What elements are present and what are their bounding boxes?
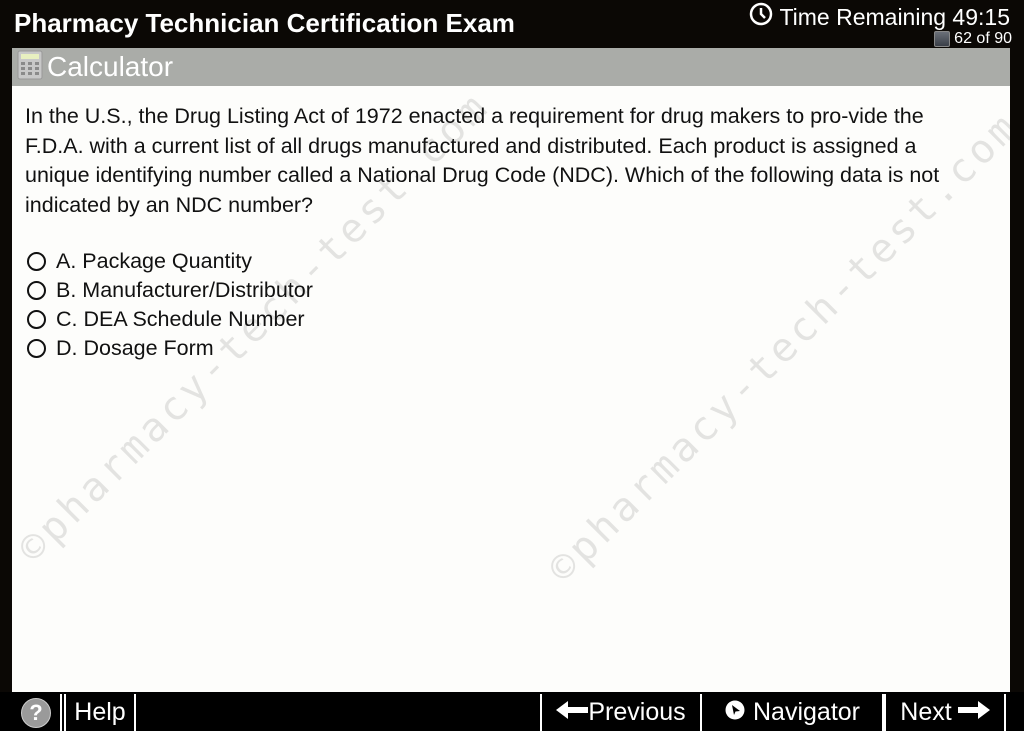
calculator-icon[interactable] (17, 50, 43, 85)
counter-text: 62 of 90 (954, 30, 1012, 47)
help-icon[interactable]: ? (21, 697, 51, 728)
clock-icon (749, 2, 773, 32)
answer-label: D. Dosage Form (56, 336, 214, 360)
answer-option-c[interactable]: C. DEA Schedule Number (27, 305, 313, 334)
radio-button[interactable] (27, 310, 46, 329)
answer-list: A. Package Quantity B. Manufacturer/Dist… (27, 247, 313, 363)
navigator-button[interactable]: Navigator (703, 694, 884, 731)
answer-label: C. DEA Schedule Number (56, 307, 305, 331)
navigator-icon (725, 698, 745, 727)
answer-option-a[interactable]: A. Package Quantity (27, 247, 313, 276)
exam-title: Pharmacy Technician Certification Exam (14, 8, 515, 38)
question-counter: 62 of 90 (934, 30, 1012, 48)
question-panel: ©pharmacy-tech-test.com ©pharmacy-tech-t… (12, 86, 1010, 692)
radio-button[interactable] (27, 281, 46, 300)
next-label: Next (900, 698, 952, 726)
previous-button[interactable]: Previous (540, 694, 702, 731)
answer-option-d[interactable]: D. Dosage Form (27, 334, 313, 363)
next-button[interactable]: Next (884, 694, 1006, 731)
time-remaining: Time Remaining 49:15 (749, 2, 1010, 32)
flag-checkbox[interactable] (934, 31, 951, 47)
calculator-bar[interactable]: Calculator (12, 48, 1010, 86)
answer-label: A. Package Quantity (56, 249, 252, 273)
question-text: In the U.S., the Drug Listing Act of 197… (25, 104, 940, 217)
help-label: Help (74, 698, 126, 726)
help-icon-button[interactable]: ? (12, 694, 62, 731)
calculator-label[interactable]: Calculator (47, 51, 173, 83)
arrow-right-icon (957, 698, 990, 727)
arrow-left-icon (556, 698, 589, 727)
answer-label: B. Manufacturer/Distributor (56, 278, 313, 302)
help-button[interactable]: Help (64, 694, 136, 731)
navigator-label: Navigator (753, 698, 860, 726)
bottom-toolbar: ? Help Previous Navigator Next (0, 692, 1024, 731)
answer-option-b[interactable]: B. Manufacturer/Distributor (27, 276, 313, 305)
previous-label: Previous (588, 698, 686, 726)
radio-button[interactable] (27, 252, 46, 271)
timer-text: Time Remaining 49:15 (779, 3, 1010, 30)
radio-button[interactable] (27, 339, 46, 358)
